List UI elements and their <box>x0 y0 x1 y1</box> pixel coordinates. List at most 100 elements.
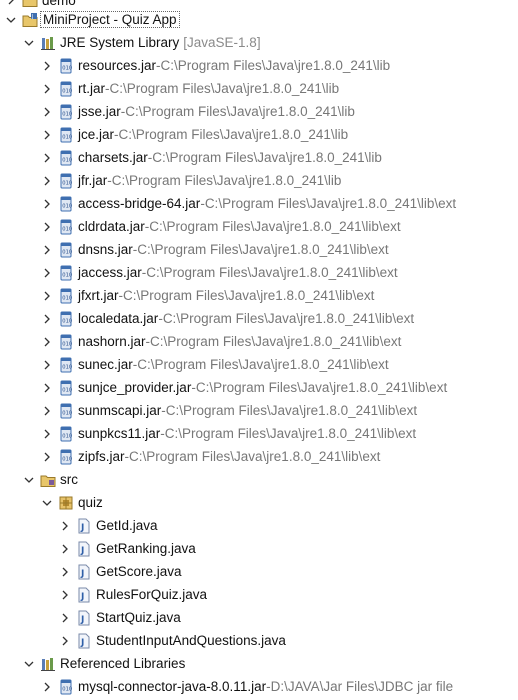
tree-item-name: jfr.jar <box>78 173 108 188</box>
svg-text:010: 010 <box>62 134 72 140</box>
jar-icon: 010 <box>58 357 74 373</box>
tree-item-java-file[interactable]: J GetScore.java <box>0 560 518 583</box>
tree-item-jar[interactable]: 010 zipfs.jar - C:\Program Files\Java\jre… <box>0 445 518 468</box>
tree-item-referenced-libraries[interactable]: Referenced Libraries <box>0 652 518 675</box>
tree-item-jar[interactable]: 010 dnsns.jar - C:\Program Files\Java\jre… <box>0 238 518 261</box>
java-file-icon: J <box>76 564 92 580</box>
jar-icon: 010 <box>58 311 74 327</box>
tree-item-jar[interactable]: 010 jfxrt.jar - C:\Program Files\Java\jre… <box>0 284 518 307</box>
tree-item-jar[interactable]: 010 sunmscapi.jar - C:\Program Files\Java… <box>0 399 518 422</box>
chevron-right-icon[interactable] <box>40 358 54 372</box>
chevron-right-icon[interactable] <box>58 519 72 533</box>
tree-item-name: rt.jar <box>78 81 105 96</box>
tree-item-path: C:\Program Files\Java\jre1.8.0_241\lib\e… <box>137 357 389 372</box>
tree-item-name: jce.jar <box>78 127 115 142</box>
tree-item-java-file[interactable]: J StartQuiz.java <box>0 606 518 629</box>
tree-item-referenced-jar[interactable]: 010 mysql-connector-java-8.0.11.jar - D:\… <box>0 675 518 698</box>
svg-text:010: 010 <box>62 180 72 186</box>
package-label: quiz <box>78 495 103 510</box>
tree-item-jar[interactable]: 010 sunpkcs11.jar - C:\Program Files\Java… <box>0 422 518 445</box>
project-label: MiniProject - Quiz App <box>40 11 180 28</box>
tree-item-name: zipfs.jar <box>78 449 125 464</box>
jre-version-decoration: [JavaSE-1.8] <box>183 35 261 50</box>
tree-item-jar[interactable]: 010 access-bridge-64.jar - C:\Program Fil… <box>0 192 518 215</box>
tree-item-java-file[interactable]: J StudentInputAndQuestions.java <box>0 629 518 652</box>
chevron-right-icon[interactable] <box>58 634 72 648</box>
tree-item-jar[interactable]: 010 charsets.jar - C:\Program Files\Java\… <box>0 146 518 169</box>
tree-item-jre-library[interactable]: JRE System Library [JavaSE-1.8] <box>0 31 518 54</box>
tree-item-java-file[interactable]: J GetRanking.java <box>0 537 518 560</box>
tree-item-jar[interactable]: 010 jsse.jar - C:\Program Files\Java\jre1… <box>0 100 518 123</box>
tree-item-path: C:\Program Files\Java\jre1.8.0_241\lib\e… <box>149 219 401 234</box>
chevron-right-icon[interactable] <box>58 588 72 602</box>
jar-icon: 010 <box>58 449 74 465</box>
tree-item-src[interactable]: src <box>0 468 518 491</box>
chevron-right-icon[interactable] <box>40 243 54 257</box>
chevron-right-icon[interactable] <box>40 197 54 211</box>
chevron-down-icon[interactable] <box>22 36 36 50</box>
chevron-right-icon[interactable] <box>58 611 72 625</box>
tree-item-path: C:\Program Files\Java\jre1.8.0_241\lib\e… <box>146 265 398 280</box>
chevron-right-icon[interactable] <box>58 542 72 556</box>
chevron-right-icon[interactable] <box>40 128 54 142</box>
tree-item-name: GetRanking.java <box>96 541 196 556</box>
chevron-down-icon[interactable] <box>22 473 36 487</box>
tree-item-jar[interactable]: 010 resources.jar - C:\Program Files\Java… <box>0 54 518 77</box>
chevron-right-icon[interactable] <box>40 59 54 73</box>
svg-text:010: 010 <box>62 88 72 94</box>
chevron-down-icon[interactable] <box>40 496 54 510</box>
tree-item-name: sunec.jar <box>78 357 133 372</box>
tree-item-name: sunmscapi.jar <box>78 403 162 418</box>
tree-item-jar[interactable]: 010 cldrdata.jar - C:\Program Files\Java\… <box>0 215 518 238</box>
chevron-right-icon[interactable] <box>40 450 54 464</box>
tree-item-jar[interactable]: 010 jce.jar - C:\Program Files\Java\jre1.… <box>0 123 518 146</box>
tree-item-jar[interactable]: 010 nashorn.jar - C:\Program Files\Java\j… <box>0 330 518 353</box>
svg-text:010: 010 <box>62 341 72 347</box>
chevron-down-icon[interactable] <box>4 13 18 27</box>
chevron-right-icon[interactable] <box>40 174 54 188</box>
tree-item-jar[interactable]: 010 rt.jar - C:\Program Files\Java\jre1.8… <box>0 77 518 100</box>
chevron-right-icon[interactable] <box>40 151 54 165</box>
tree-item-name: StartQuiz.java <box>96 610 181 625</box>
tree-item-jar[interactable]: 010 sunec.jar - C:\Program Files\Java\jre… <box>0 353 518 376</box>
chevron-right-icon[interactable] <box>40 82 54 96</box>
tree-item-path: C:\Program Files\Java\jre1.8.0_241\lib <box>118 127 349 142</box>
jar-icon: 010 <box>58 380 74 396</box>
svg-text:J: J <box>80 569 84 579</box>
chevron-right-icon[interactable] <box>40 312 54 326</box>
tree-item-path: C:\Program Files\Java\jre1.8.0_241\lib <box>152 150 382 165</box>
svg-text:J: J <box>80 615 84 625</box>
tree-item-name: dnsns.jar <box>78 242 133 257</box>
chevron-right-icon[interactable] <box>40 427 54 441</box>
tree-item-java-file[interactable]: J GetId.java <box>0 514 518 537</box>
tree-item-package-quiz[interactable]: quiz <box>0 491 518 514</box>
chevron-right-icon[interactable] <box>40 404 54 418</box>
tree-item-project[interactable]: J MiniProject - Quiz App <box>0 8 518 31</box>
chevron-down-icon[interactable] <box>22 657 36 671</box>
tree-item-jar[interactable]: 010 sunjce_provider.jar - C:\Program File… <box>0 376 518 399</box>
chevron-right-icon[interactable] <box>40 381 54 395</box>
tree-item-java-file[interactable]: J RulesForQuiz.java <box>0 583 518 606</box>
tree-item-jar[interactable]: 010 jaccess.jar - C:\Program Files\Java\j… <box>0 261 518 284</box>
chevron-right-icon[interactable] <box>40 266 54 280</box>
jar-icon: 010 <box>58 403 74 419</box>
tree-item-label: demo <box>42 0 76 8</box>
java-project-icon: J <box>22 12 38 28</box>
chevron-right-icon[interactable] <box>4 0 18 7</box>
tree-item-jar[interactable]: 010 jfr.jar - C:\Program Files\Java\jre1.… <box>0 169 518 192</box>
tree-item-jar[interactable]: 010 localedata.jar - C:\Program Files\Jav… <box>0 307 518 330</box>
jar-icon: 010 <box>58 150 74 166</box>
tree-item-name: charsets.jar <box>78 150 148 165</box>
tree-item-path: C:\Program Files\Java\jre1.8.0_241\lib\e… <box>129 449 381 464</box>
svg-text:J: J <box>80 638 84 648</box>
referenced-libraries-label: Referenced Libraries <box>60 656 186 671</box>
svg-text:010: 010 <box>62 318 72 324</box>
svg-text:J: J <box>31 14 33 20</box>
chevron-right-icon[interactable] <box>40 220 54 234</box>
jar-icon: 010 <box>58 334 74 350</box>
chevron-right-icon[interactable] <box>40 335 54 349</box>
chevron-right-icon[interactable] <box>40 105 54 119</box>
chevron-right-icon[interactable] <box>40 680 54 694</box>
chevron-right-icon[interactable] <box>58 565 72 579</box>
chevron-right-icon[interactable] <box>40 289 54 303</box>
